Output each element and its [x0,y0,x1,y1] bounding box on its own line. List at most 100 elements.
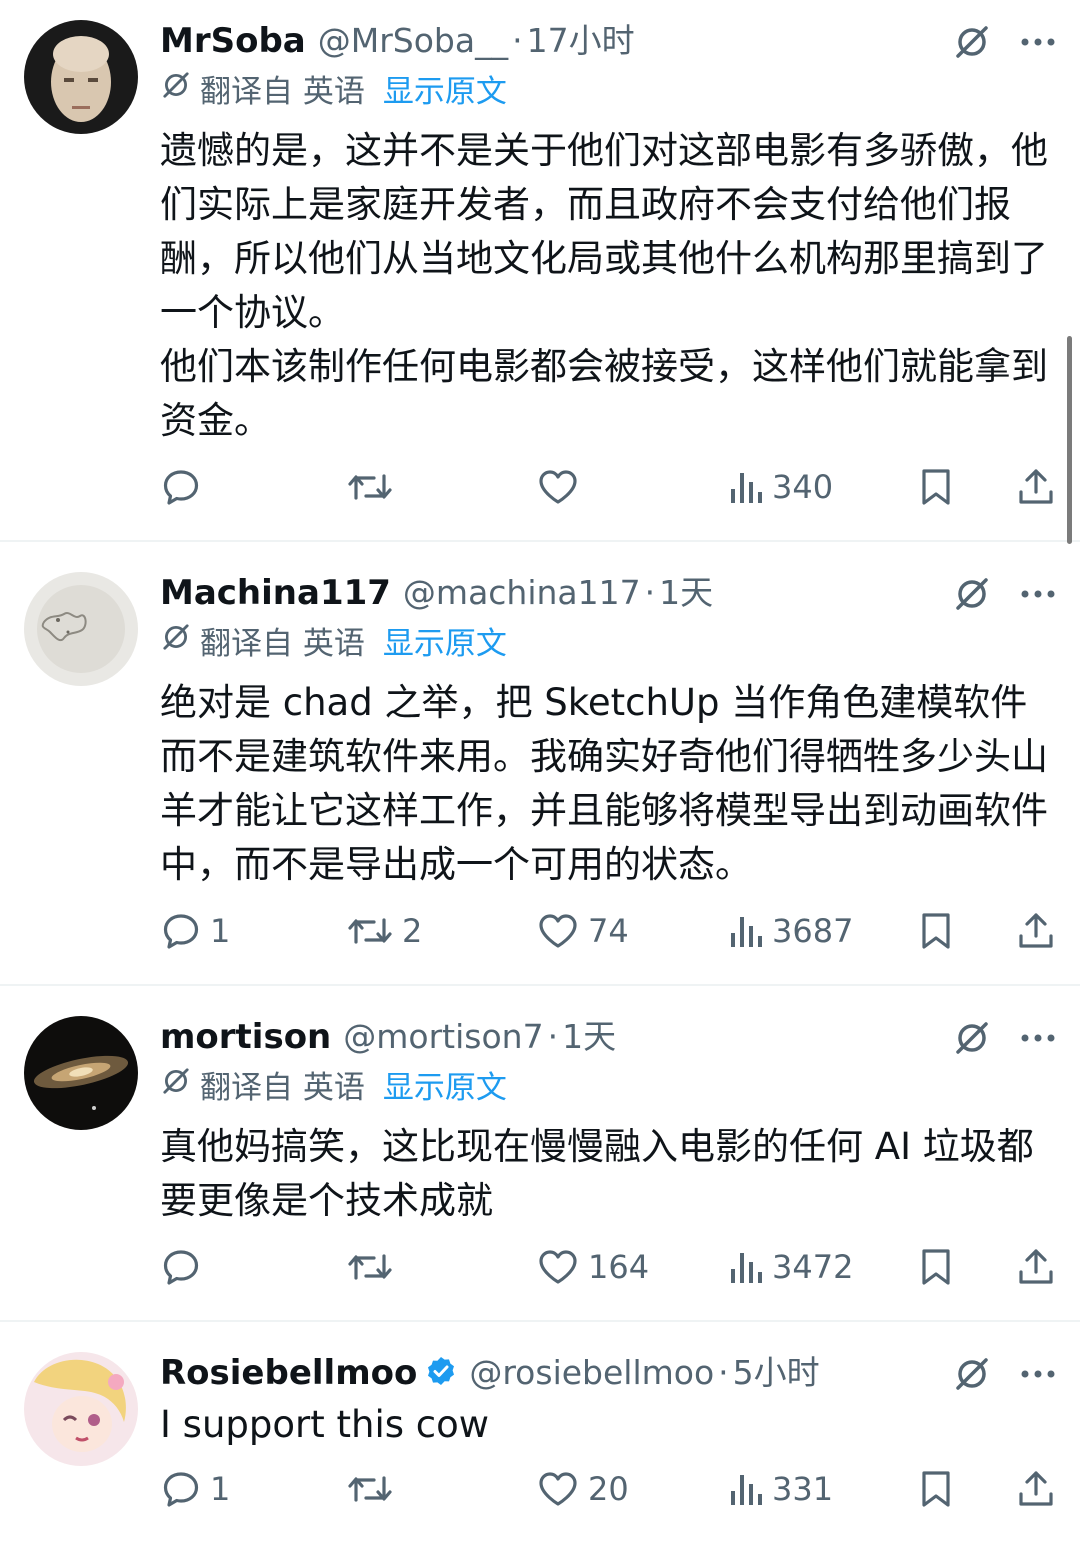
retweet-icon [348,1476,392,1502]
views-button[interactable]: 3472 [728,1242,853,1292]
like-count: 20 [588,1470,629,1508]
like-button[interactable]: 20 [536,1464,629,1514]
tweet-text: I support this cow [160,1398,1060,1452]
bookmark-button[interactable] [916,906,956,956]
grok-icon[interactable] [952,1354,992,1394]
view-count: 331 [772,1470,834,1508]
retweet-button[interactable]: 2 [346,906,422,956]
tweet-3[interactable]: mortison @mortison7 · 1天 翻译自 英语 显示原文 真他妈… [0,1010,1080,1310]
post-time[interactable]: 5小时 [733,1346,820,1394]
bookmark-icon [922,913,950,949]
share-button[interactable] [1016,1242,1056,1292]
reply-button[interactable]: 1 [160,1464,230,1514]
more-icon[interactable] [1020,589,1056,599]
show-original-link[interactable]: 显示原文 [383,66,507,111]
reply-icon [163,1472,199,1507]
views-button[interactable]: 331 [728,1464,833,1514]
views-button[interactable]: 340 [728,462,833,512]
tweet-paragraph: I support this cow [160,1403,490,1446]
tweet-paragraph: 遗憾的是，这并不是关于他们对这部电影有多骄傲，他们实际上是家庭开发者，而且政府不… [160,129,1048,334]
author-handle[interactable]: @machina117 [403,573,641,612]
more-icon[interactable] [1020,1033,1056,1043]
tweet-divider [0,1320,1080,1322]
reply-count: 1 [210,912,231,950]
post-time[interactable]: 1天 [562,1010,616,1058]
tweet-4[interactable]: Rosiebellmoo @rosiebellmoo · 5小时 I suppo… [0,1346,1080,1536]
tweet-text: 绝对是 chad 之举，把 SketchUp 当作角色建模软件而不是建筑软件来用… [160,676,1060,892]
share-button[interactable] [1016,1464,1056,1514]
author-handle[interactable]: @rosiebellmoo [469,1353,714,1392]
tweet-text: 遗憾的是，这并不是关于他们对这部电影有多骄傲，他们实际上是家庭开发者，而且政府不… [160,124,1060,448]
reply-button[interactable] [160,462,210,512]
reply-button[interactable]: 1 [160,906,230,956]
avatar-rosiebellmoo[interactable] [24,1352,138,1466]
view-count: 3687 [772,912,854,950]
retweet-count: 2 [402,912,423,950]
translation-notice: 翻译自 英语 显示原文 [160,1062,507,1107]
bookmark-icon [922,1249,950,1285]
scrollbar[interactable] [1067,336,1072,544]
like-count: 164 [588,1248,650,1286]
post-time[interactable]: 1天 [659,566,713,614]
reply-button[interactable] [160,1242,210,1292]
share-button[interactable] [1016,906,1056,956]
avatar-machina117[interactable] [24,572,138,686]
tweet-paragraph: 绝对是 chad 之举，把 SketchUp 当作角色建模软件而不是建筑软件来用… [160,681,1048,886]
translated-from-label: 翻译自 英语 [200,74,365,110]
author-handle[interactable]: @mortison7 [343,1017,543,1056]
retweet-button[interactable] [346,462,402,512]
like-button[interactable] [536,462,588,512]
like-icon [539,914,577,948]
more-icon[interactable] [1020,1369,1056,1379]
meta-separator: · [718,1353,729,1392]
retweet-button[interactable] [346,1464,402,1514]
tweet-paragraph: 真他妈搞笑，这比现在慢慢融入电影的任何 AI 垃圾都要更像是个技术成就 [160,1125,1034,1222]
views-button[interactable]: 3687 [728,906,853,956]
share-icon [1019,913,1053,948]
action-bar: 340 [160,462,1060,512]
bookmark-button[interactable] [916,462,956,512]
grok-icon[interactable] [952,22,992,62]
avatar-mortison[interactable] [24,1016,138,1130]
show-original-link[interactable]: 显示原文 [383,618,507,663]
more-icon[interactable] [1020,37,1056,47]
action-bar: 1 2 74 3687 [160,906,1060,956]
bookmark-button[interactable] [916,1464,956,1514]
avatar-mrsoba[interactable] [24,20,138,134]
meta-separator: · [512,21,523,60]
author-name[interactable]: MrSoba [160,21,306,61]
retweet-icon [348,474,392,500]
share-button[interactable] [1016,462,1056,512]
like-icon [539,1250,577,1284]
reply-icon [163,914,199,949]
bookmark-button[interactable] [916,1242,956,1292]
translate-icon [160,621,192,661]
author-name[interactable]: Machina117 [160,573,391,613]
bookmark-icon [922,1471,950,1507]
view-count: 340 [772,468,834,506]
action-bar: 1 20 331 [160,1464,1060,1514]
views-icon [731,1253,762,1283]
author-name[interactable]: Rosiebellmoo [160,1353,417,1393]
share-icon [1019,1249,1053,1284]
translated-from-label: 翻译自 英语 [200,626,365,662]
grok-icon[interactable] [952,1018,992,1058]
post-time[interactable]: 17小时 [527,14,635,62]
reply-icon [163,470,199,505]
retweet-button[interactable] [346,1242,402,1292]
author-name[interactable]: mortison [160,1017,331,1057]
like-button[interactable]: 164 [536,1242,649,1292]
view-count: 3472 [772,1248,854,1286]
translate-icon [160,1065,192,1105]
meta-separator: · [644,573,656,612]
author-handle[interactable]: @MrSoba__ [318,21,508,60]
like-button[interactable]: 74 [536,906,629,956]
translate-icon [160,69,192,109]
tweet-2[interactable]: Machina117 @machina117 · 1天 翻译自 英语 显示原文 … [0,566,1080,976]
show-original-link[interactable]: 显示原文 [383,1062,507,1107]
tweet-1[interactable]: MrSoba @MrSoba__ · 17小时 翻译自 英语 显示原文 遗憾的是… [0,14,1080,534]
grok-icon[interactable] [952,574,992,614]
action-bar: 164 3472 [160,1242,1060,1292]
views-icon [731,1475,762,1505]
tweet-text: 真他妈搞笑，这比现在慢慢融入电影的任何 AI 垃圾都要更像是个技术成就 [160,1120,1060,1228]
